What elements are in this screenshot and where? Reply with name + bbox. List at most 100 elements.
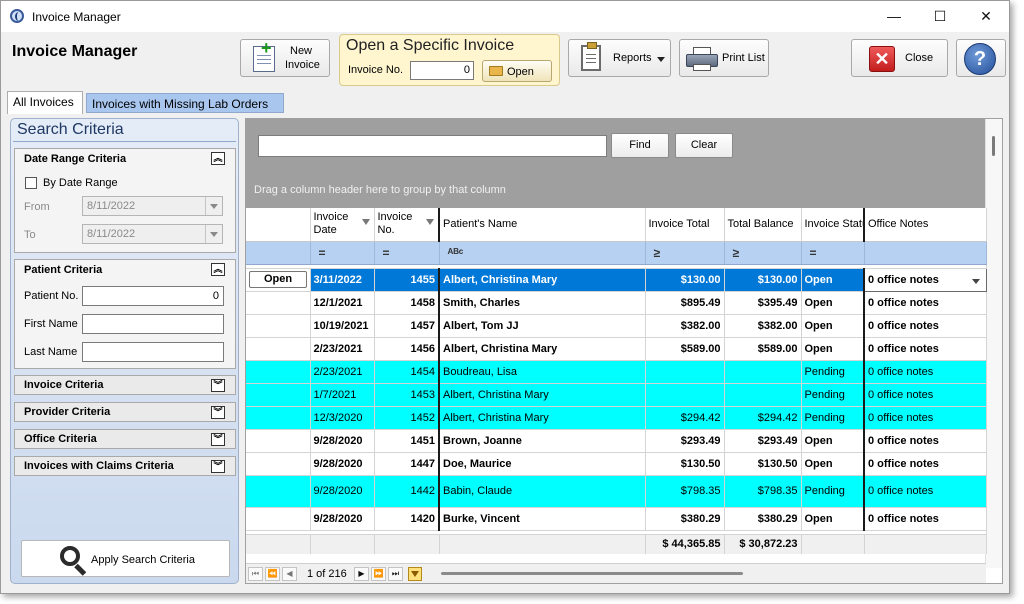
- first-name-input[interactable]: [82, 314, 224, 334]
- cell-status: Open: [801, 291, 865, 315]
- table-row[interactable]: 9/28/2020 1442 Babin, Claude $798.35 $79…: [246, 475, 987, 508]
- date-range-title: Date Range Criteria: [24, 153, 127, 165]
- print-list-button[interactable]: Print List: [679, 39, 769, 77]
- expand-chevron-icon[interactable]: ︾: [211, 379, 225, 392]
- table-row[interactable]: 2/23/2021 1454 Boudreau, Lisa Pending 0 …: [246, 360, 987, 384]
- header-invoice-status[interactable]: Invoice Status: [801, 208, 865, 242]
- first-page-icon[interactable]: ⏮: [248, 567, 263, 581]
- filter-cell-status[interactable]: =: [801, 241, 865, 265]
- header-total-balance[interactable]: Total Balance: [724, 208, 802, 242]
- printer-icon: [686, 47, 718, 71]
- from-label: From: [24, 201, 50, 213]
- open-invoice-button[interactable]: Open: [482, 60, 552, 82]
- cell-total: [645, 383, 725, 407]
- filter-cell-no[interactable]: =: [374, 241, 440, 265]
- filter-icon[interactable]: [408, 567, 422, 581]
- cell-status: Open: [801, 268, 865, 292]
- filter-funnel-icon[interactable]: [426, 219, 434, 225]
- cell-notes-dropdown[interactable]: 0 office notes: [863, 267, 987, 292]
- apply-search-button[interactable]: Apply Search Criteria: [21, 540, 230, 577]
- table-row[interactable]: 12/3/2020 1452 Albert, Christina Mary $2…: [246, 406, 987, 430]
- invoice-grid-panel: Find Clear Drag a column header here to …: [245, 118, 1003, 584]
- patient-no-input[interactable]: 0: [82, 286, 224, 306]
- collapse-chevron-icon[interactable]: ︽: [211, 263, 225, 276]
- tab-all-invoices[interactable]: All Invoices: [7, 91, 83, 114]
- table-row[interactable]: 10/19/2021 1457 Albert, Tom JJ $382.00 $…: [246, 314, 987, 338]
- claims-criteria-section[interactable]: Invoices with Claims Criteria ︾: [14, 456, 236, 476]
- cell-notes: 0 office notes: [864, 291, 987, 315]
- filter-cell-date[interactable]: =: [310, 241, 375, 265]
- summary-empty: [374, 534, 440, 554]
- filter-cell-balance[interactable]: ≥: [724, 241, 802, 265]
- cell-balance: $130.00: [724, 268, 802, 292]
- table-row[interactable]: 9/28/2020 1447 Doe, Maurice $130.50 $130…: [246, 452, 987, 476]
- folder-open-icon: [489, 66, 503, 76]
- header-patient-name[interactable]: Patient's Name: [439, 208, 646, 242]
- cell-date: 10/19/2021: [310, 314, 375, 338]
- last-page-icon[interactable]: ⏭: [388, 567, 403, 581]
- header-invoice-no-line2: No.: [377, 224, 395, 237]
- table-row[interactable]: 12/1/2021 1458 Smith, Charles $895.49 $3…: [246, 291, 987, 315]
- next-page-icon[interactable]: ▶: [354, 567, 369, 581]
- new-invoice-label-2: Invoice: [285, 59, 320, 71]
- chevron-down-icon[interactable]: [971, 278, 980, 284]
- cell-patient: Albert, Christina Mary: [439, 337, 646, 361]
- help-button[interactable]: ?: [956, 39, 1006, 77]
- table-row[interactable]: 1/7/2021 1453 Albert, Christina Mary Pen…: [246, 383, 987, 407]
- filter-cell-notes[interactable]: [864, 241, 987, 265]
- last-name-input[interactable]: [82, 342, 224, 362]
- vertical-scrollbar[interactable]: [985, 119, 1002, 568]
- office-criteria-section[interactable]: Office Criteria ︾: [14, 429, 236, 449]
- collapse-chevron-icon[interactable]: ︽: [211, 152, 225, 165]
- header-invoice-total[interactable]: Invoice Total: [645, 208, 725, 242]
- filter-funnel-icon[interactable]: [361, 219, 370, 225]
- next-group-icon[interactable]: ⏩: [371, 567, 386, 581]
- chevron-down-icon[interactable]: [205, 225, 222, 243]
- from-date-field[interactable]: 8/11/2022: [82, 196, 223, 216]
- expand-chevron-icon[interactable]: ︾: [211, 460, 225, 473]
- scroll-thumb[interactable]: [992, 136, 995, 156]
- find-button[interactable]: Find: [611, 133, 669, 158]
- horizontal-scroll-thumb[interactable]: [441, 572, 743, 575]
- cell-notes: 0 office notes: [864, 337, 987, 361]
- header-invoice-date[interactable]: Invoice Date: [310, 208, 375, 242]
- provider-criteria-section[interactable]: Provider Criteria ︾: [14, 402, 236, 422]
- invoice-criteria-section[interactable]: Invoice Criteria ︾: [14, 375, 236, 395]
- header-invoice-no[interactable]: Invoice No.: [374, 208, 440, 242]
- table-row[interactable]: Open 3/11/2022 1455 Albert, Christina Ma…: [246, 267, 987, 292]
- prev-group-icon[interactable]: ⏪: [265, 567, 280, 581]
- grid-search-input[interactable]: [258, 135, 607, 157]
- new-invoice-button[interactable]: + New Invoice: [240, 39, 330, 77]
- close-button[interactable]: ✕ Close: [851, 39, 948, 77]
- invoice-no-input[interactable]: 0: [410, 61, 474, 80]
- cell-date: 9/28/2020: [310, 507, 375, 531]
- table-row[interactable]: 2/23/2021 1456 Albert, Christina Mary $5…: [246, 337, 987, 361]
- row-open-button[interactable]: Open: [249, 271, 307, 288]
- table-row[interactable]: 9/28/2020 1451 Brown, Joanne $293.49 $29…: [246, 429, 987, 453]
- tab-missing-lab-orders[interactable]: Invoices with Missing Lab Orders: [86, 93, 284, 113]
- to-date-field[interactable]: 8/11/2022: [82, 224, 223, 244]
- clear-button[interactable]: Clear: [675, 133, 733, 158]
- chevron-down-icon[interactable]: [205, 197, 222, 215]
- cell-balance: $798.35: [724, 475, 802, 508]
- table-row[interactable]: 9/28/2020 1420 Burke, Vincent $380.29 $3…: [246, 507, 987, 531]
- filter-cell-patient[interactable]: ᴬᴮᶜ: [439, 241, 646, 265]
- invoice-manager-window: Invoice Manager — ☐ ✕ Invoice Manager + …: [0, 0, 1010, 594]
- cell-notes: 0 office notes: [864, 314, 987, 338]
- minimize-button[interactable]: —: [871, 1, 917, 32]
- reports-button[interactable]: Reports: [568, 39, 671, 77]
- cell-total: $798.35: [645, 475, 725, 508]
- expand-chevron-icon[interactable]: ︾: [211, 406, 225, 419]
- window-close-button[interactable]: ✕: [963, 1, 1009, 32]
- help-icon: ?: [964, 43, 996, 75]
- header-office-notes[interactable]: Office Notes: [864, 208, 987, 242]
- maximize-button[interactable]: ☐: [917, 1, 963, 32]
- expand-chevron-icon[interactable]: ︾: [211, 433, 225, 446]
- filter-cell-total[interactable]: ≥: [645, 241, 725, 265]
- cell-notes: 0 office notes: [864, 507, 987, 531]
- prev-page-icon[interactable]: ◀: [282, 567, 297, 581]
- cell-patient: Albert, Christina Mary: [439, 268, 646, 292]
- divider: [13, 141, 236, 142]
- cell-date: 2/23/2021: [310, 337, 375, 361]
- by-date-range-checkbox[interactable]: [25, 177, 37, 189]
